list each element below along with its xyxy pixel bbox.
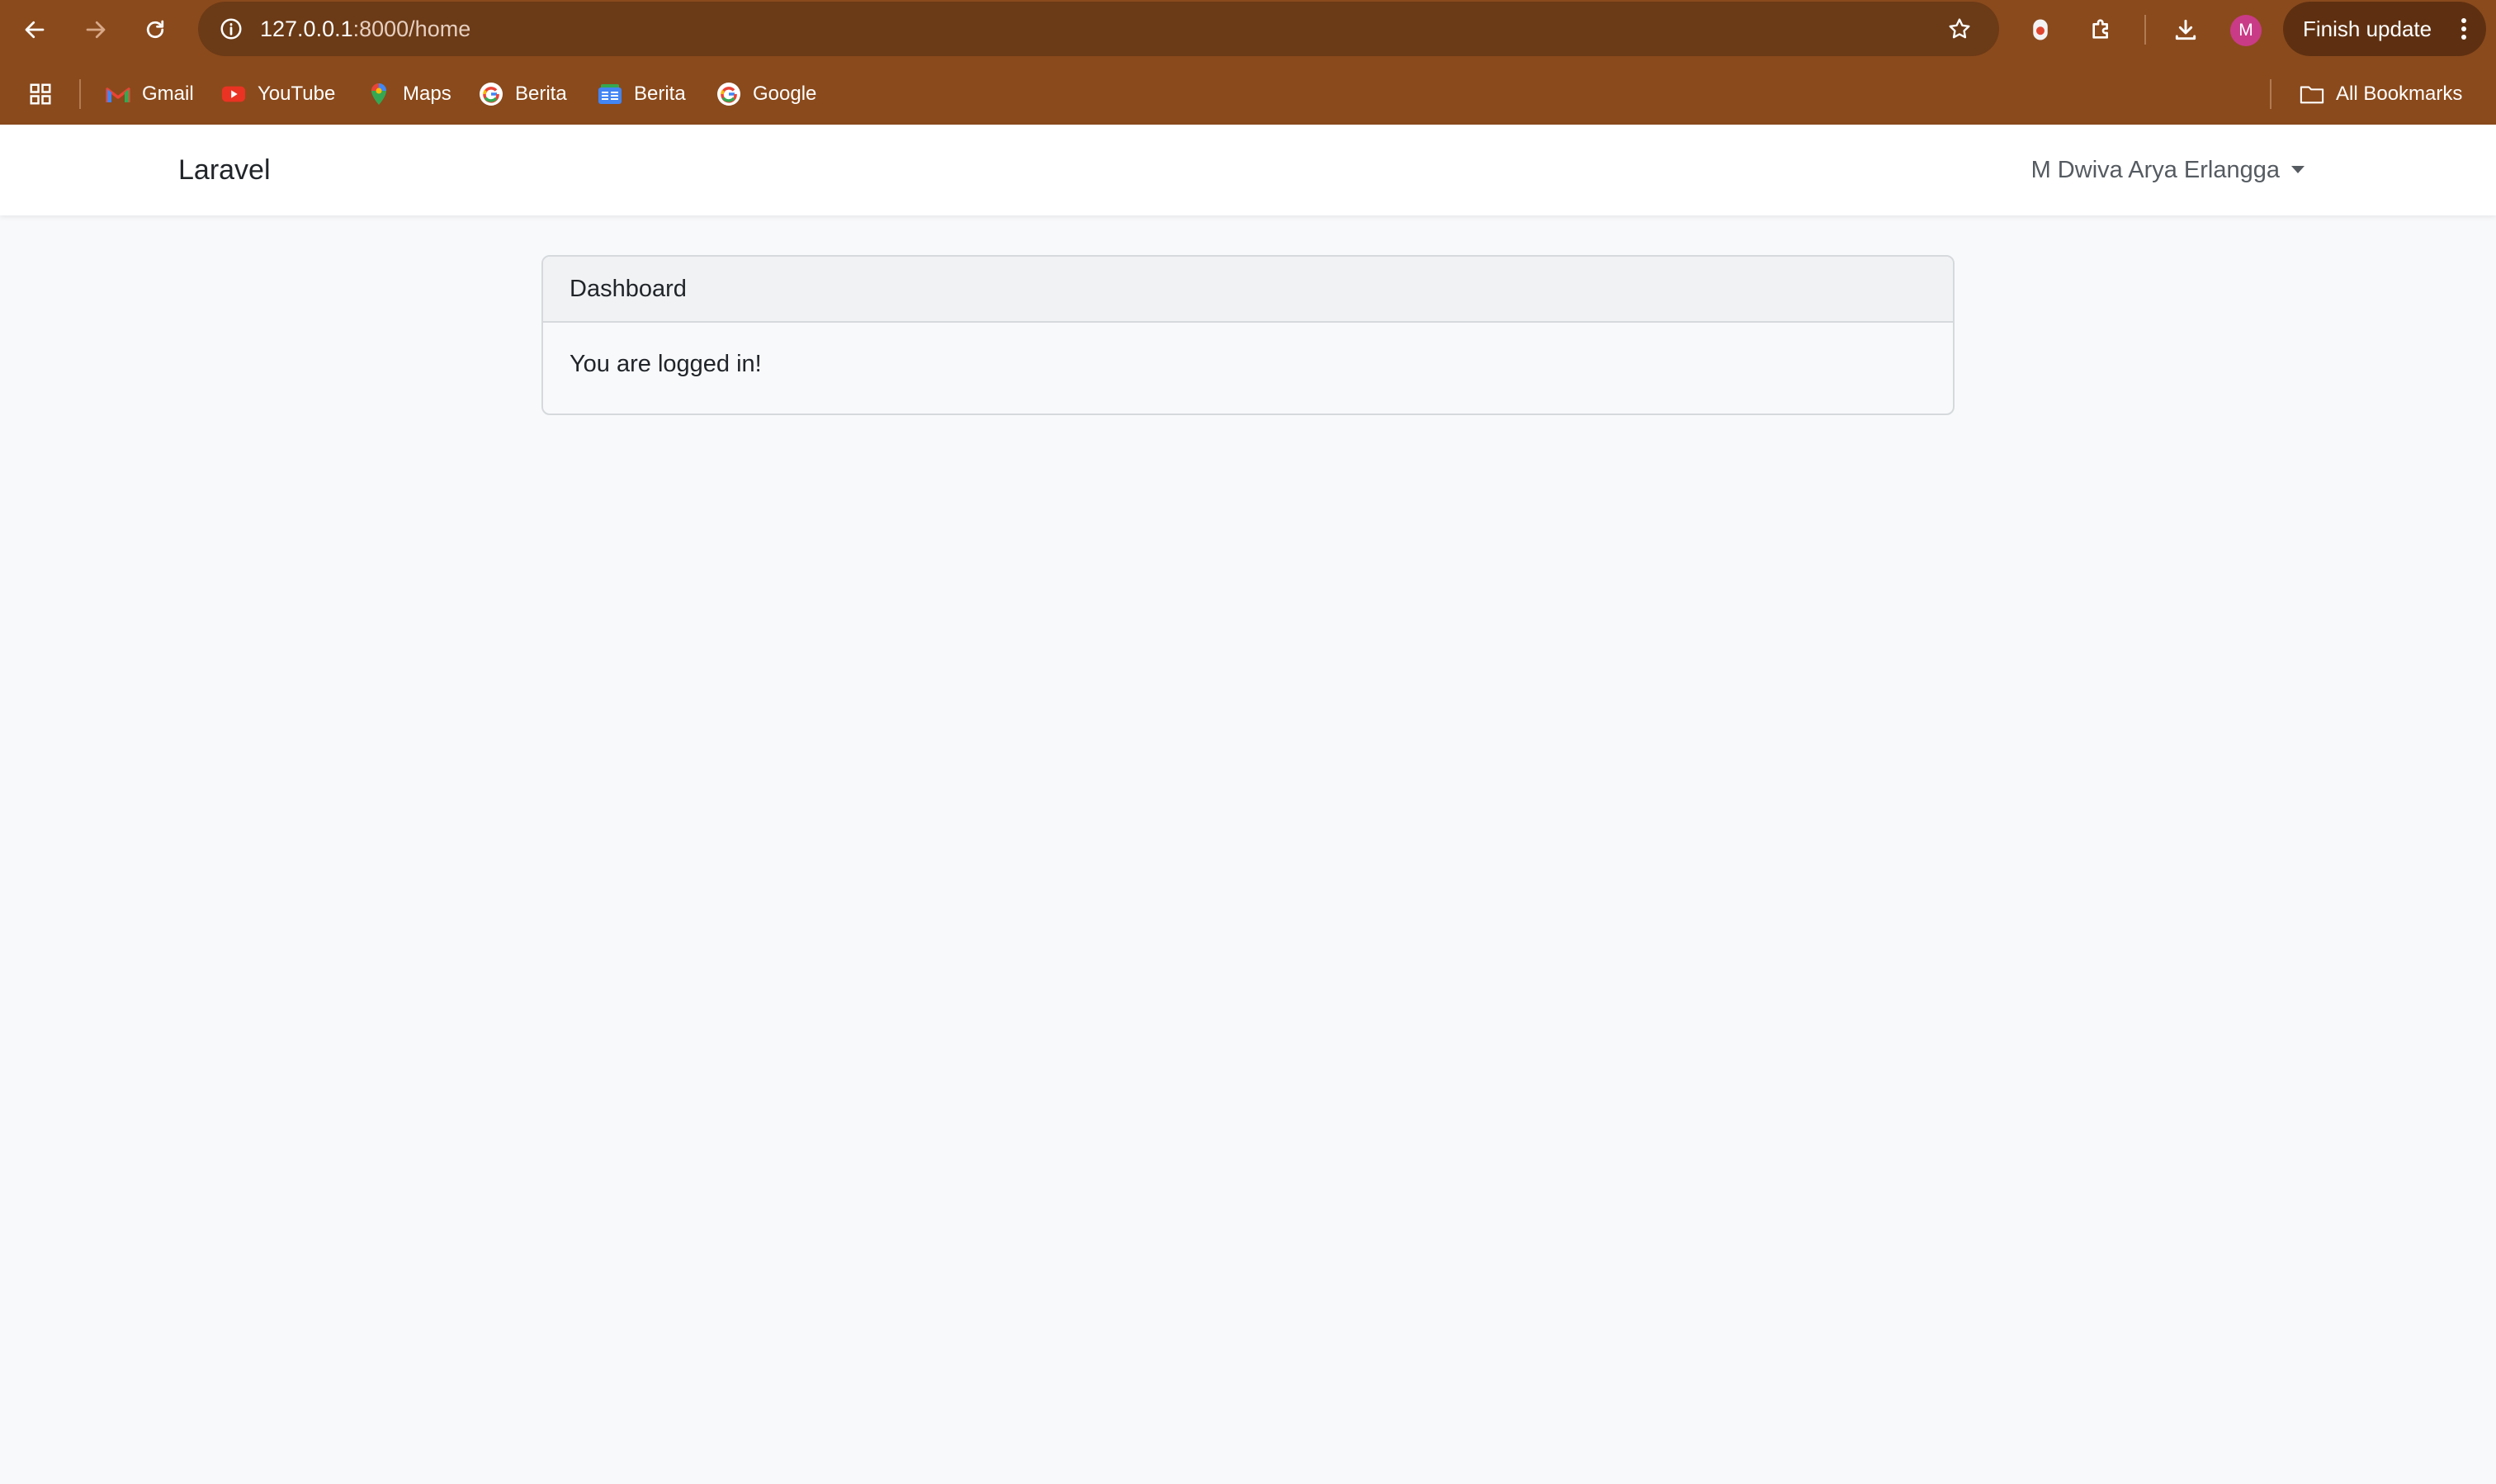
puzzle-icon bbox=[2092, 19, 2108, 39]
user-name: M Dwiva Arya Erlangga bbox=[2030, 157, 2280, 183]
all-bookmarks-label: All Bookmarks bbox=[2336, 83, 2463, 105]
bookmark-youtube[interactable]: YouTube bbox=[221, 74, 335, 114]
reload-button[interactable] bbox=[132, 7, 178, 53]
google-icon bbox=[479, 82, 503, 106]
card-body: You are logged in! bbox=[570, 351, 762, 377]
url-text[interactable]: 127.0.0.1:8000/home bbox=[260, 2, 470, 56]
all-bookmarks-button[interactable]: All Bookmarks bbox=[2300, 74, 2462, 114]
url-path: :8000/home bbox=[352, 17, 471, 41]
download-icon bbox=[2175, 19, 2196, 40]
site-info-button[interactable] bbox=[211, 9, 251, 49]
downloads-button[interactable] bbox=[2163, 7, 2209, 53]
back-button[interactable] bbox=[12, 7, 58, 53]
youtube-icon bbox=[221, 82, 246, 106]
bookmark-label: Google bbox=[753, 83, 817, 105]
address-bar[interactable]: 127.0.0.1:8000/home bbox=[198, 2, 1999, 56]
toolbar-divider bbox=[2144, 15, 2146, 45]
reload-icon bbox=[146, 20, 164, 39]
bookmark-label: Gmail bbox=[142, 83, 194, 105]
star-icon bbox=[1949, 18, 1970, 39]
dashboard-card: Dashboard You are logged in! bbox=[541, 255, 1955, 415]
finish-update-button[interactable]: Finish update bbox=[2283, 2, 2486, 56]
bookmark-gmail[interactable]: Gmail bbox=[106, 74, 194, 114]
bookmark-label: YouTube bbox=[258, 83, 336, 105]
extension-button[interactable] bbox=[2017, 7, 2063, 53]
extension-record-icon bbox=[2033, 19, 2048, 40]
browser-toolbar: 127.0.0.1:8000/home M Finish update bbox=[0, 0, 2496, 59]
navbar-brand[interactable]: Laravel bbox=[178, 125, 271, 215]
app-navbar: Laravel M Dwiva Arya Erlangga bbox=[0, 125, 2496, 215]
bookmark-label: Berita bbox=[634, 83, 686, 105]
url-host: 127.0.0.1 bbox=[260, 17, 353, 41]
google-news-icon bbox=[598, 82, 622, 106]
apps-button[interactable] bbox=[28, 74, 53, 114]
gmail-icon bbox=[106, 82, 130, 106]
card-header: Dashboard bbox=[543, 257, 1953, 323]
bookmark-maps[interactable]: Maps bbox=[366, 74, 451, 114]
more-vert-icon bbox=[2461, 18, 2466, 40]
info-icon bbox=[220, 18, 242, 40]
browser-chrome: 127.0.0.1:8000/home M Finish update Gmai… bbox=[0, 0, 2496, 125]
arrow-left-icon bbox=[25, 21, 45, 39]
bookmark-label: Berita bbox=[515, 83, 567, 105]
maps-icon bbox=[366, 82, 391, 106]
profile-avatar[interactable]: M bbox=[2230, 15, 2262, 46]
bookmark-google[interactable]: Google bbox=[716, 74, 816, 114]
folder-icon bbox=[2300, 82, 2324, 106]
bookmark-berita-1[interactable]: Berita bbox=[479, 74, 567, 114]
apps-grid-icon bbox=[30, 83, 51, 105]
caret-down-icon bbox=[2291, 165, 2305, 173]
bookmark-label: Maps bbox=[403, 83, 451, 105]
arrow-right-icon bbox=[86, 21, 106, 39]
bookmark-berita-2[interactable]: Berita bbox=[598, 74, 686, 114]
bookmarks-divider bbox=[79, 79, 81, 109]
bookmarks-divider bbox=[2270, 79, 2271, 109]
forward-button[interactable] bbox=[73, 7, 119, 53]
bookmarks-bar: Gmail YouTube Maps Berita Berita Google … bbox=[0, 66, 2496, 124]
google-icon bbox=[716, 82, 741, 106]
user-dropdown-toggle[interactable]: M Dwiva Arya Erlangga bbox=[2031, 125, 2305, 215]
bookmark-star-button[interactable] bbox=[1940, 9, 1979, 49]
extensions-menu-button[interactable] bbox=[2078, 7, 2125, 53]
finish-update-label: Finish update bbox=[2303, 17, 2432, 41]
